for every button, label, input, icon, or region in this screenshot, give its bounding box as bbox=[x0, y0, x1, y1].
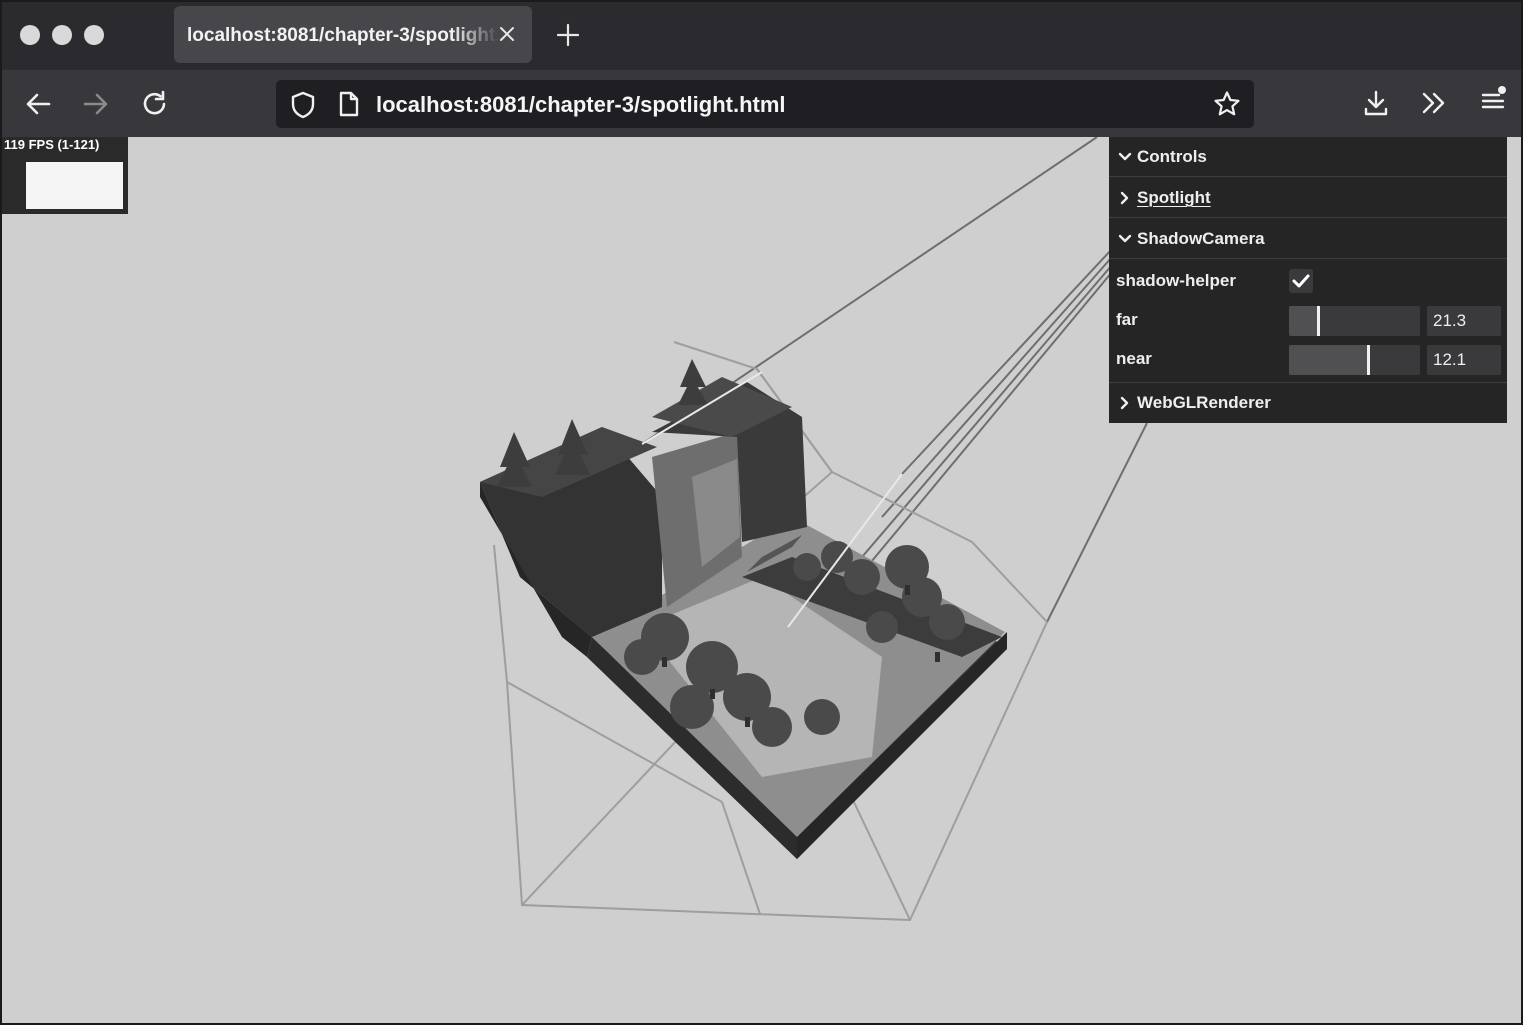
hamburger-menu-icon[interactable] bbox=[1479, 84, 1509, 114]
fps-stats-panel[interactable]: 119 FPS (1-121) bbox=[2, 137, 128, 214]
far-label: far bbox=[1116, 310, 1138, 329]
zoom-window-button[interactable] bbox=[84, 25, 104, 45]
checkmark-icon bbox=[1292, 274, 1310, 288]
bookmark-star-icon[interactable] bbox=[1213, 90, 1241, 118]
shield-icon[interactable] bbox=[290, 91, 316, 119]
gui-panel: Controls Spotlight ShadowCamera shadow-h… bbox=[1109, 137, 1507, 423]
far-slider-fill bbox=[1289, 306, 1318, 336]
near-control: near 12.1 bbox=[1109, 339, 1507, 383]
close-window-button[interactable] bbox=[20, 25, 40, 45]
far-control: far 21.3 bbox=[1109, 300, 1507, 340]
download-icon[interactable] bbox=[1362, 89, 1390, 117]
url-text[interactable]: localhost:8081/chapter-3/spotlight.html bbox=[376, 92, 786, 118]
shadowcamera-title: ShadowCamera bbox=[1137, 229, 1265, 248]
address-bar[interactable]: localhost:8081/chapter-3/spotlight.html bbox=[276, 80, 1254, 128]
near-slider-handle[interactable] bbox=[1367, 345, 1370, 375]
chevron-down-icon bbox=[1118, 234, 1132, 243]
plus-icon[interactable] bbox=[555, 22, 581, 48]
browser-window: localhost:8081/chapter-3/spotlight.html bbox=[0, 0, 1523, 1025]
shadow-helper-checkbox[interactable] bbox=[1289, 269, 1313, 293]
near-number-input[interactable]: 12.1 bbox=[1427, 345, 1501, 375]
tab-active[interactable]: localhost:8081/chapter-3/spotlight.html bbox=[174, 6, 532, 63]
near-label: near bbox=[1116, 349, 1152, 368]
tab-title: localhost:8081/chapter-3/spotlight.html bbox=[187, 25, 499, 46]
back-arrow-icon[interactable] bbox=[24, 91, 52, 117]
forward-arrow-icon[interactable] bbox=[82, 91, 110, 117]
reload-icon[interactable] bbox=[141, 90, 169, 118]
fps-label: 119 FPS (1-121) bbox=[4, 137, 100, 152]
fps-graph bbox=[26, 162, 123, 209]
controls-title: Controls bbox=[1137, 147, 1207, 166]
tab-strip: localhost:8081/chapter-3/spotlight.html bbox=[2, 2, 1521, 70]
near-slider-fill bbox=[1289, 345, 1368, 375]
shadow-helper-control: shadow-helper bbox=[1109, 261, 1507, 301]
page-icon bbox=[339, 91, 359, 117]
far-slider-handle[interactable] bbox=[1317, 306, 1320, 336]
close-icon[interactable] bbox=[496, 23, 518, 45]
shadow-helper-label: shadow-helper bbox=[1116, 271, 1236, 290]
shadowcamera-folder-header[interactable]: ShadowCamera bbox=[1109, 219, 1507, 259]
near-slider[interactable] bbox=[1289, 345, 1420, 375]
far-slider[interactable] bbox=[1289, 306, 1420, 336]
chevron-down-icon bbox=[1118, 152, 1132, 161]
controls-folder-header[interactable]: Controls bbox=[1109, 137, 1507, 177]
webglrenderer-title: WebGLRenderer bbox=[1137, 393, 1271, 412]
chevron-right-icon bbox=[1120, 191, 1129, 205]
spotlight-folder-header[interactable]: Spotlight bbox=[1109, 178, 1507, 218]
webglrenderer-folder-header[interactable]: WebGLRenderer bbox=[1109, 383, 1507, 423]
navigation-bar: localhost:8081/chapter-3/spotlight.html bbox=[2, 70, 1521, 137]
webgl-canvas[interactable]: 119 FPS (1-121) Controls Spotlight Shado… bbox=[2, 137, 1521, 1023]
far-number-input[interactable]: 21.3 bbox=[1427, 306, 1501, 336]
chevron-right-icon bbox=[1120, 396, 1129, 410]
minimize-window-button[interactable] bbox=[52, 25, 72, 45]
spotlight-title: Spotlight bbox=[1137, 188, 1211, 207]
overflow-chevrons-icon[interactable] bbox=[1420, 91, 1448, 115]
